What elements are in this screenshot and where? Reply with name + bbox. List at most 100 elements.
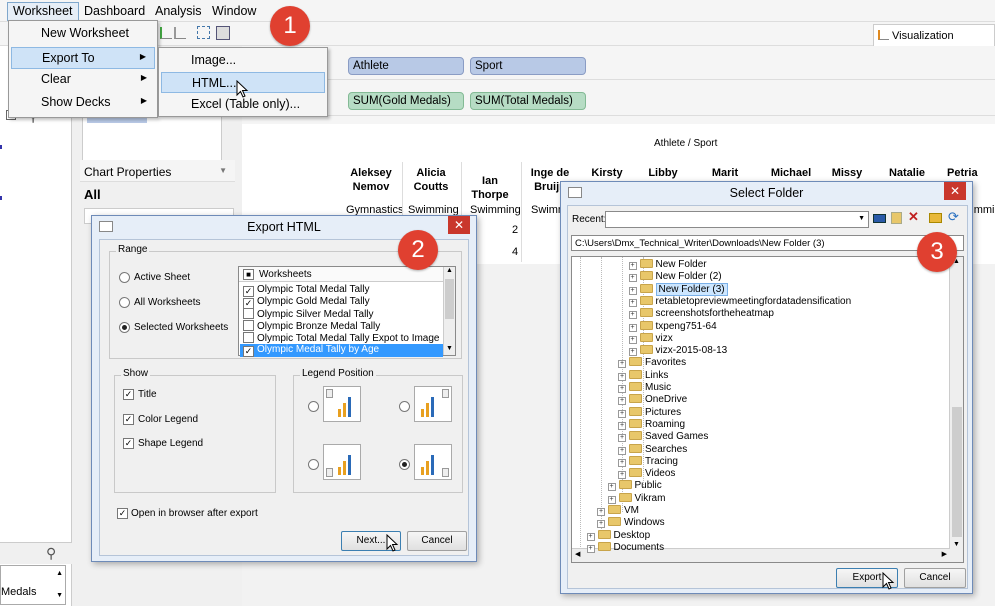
tree-node[interactable]: + Links bbox=[618, 369, 668, 381]
monitor-icon[interactable] bbox=[873, 214, 886, 223]
active-sheet-radio[interactable] bbox=[119, 272, 130, 283]
expand-icon[interactable]: + bbox=[586, 532, 595, 541]
menu-item-export-to[interactable]: Export To ▶ bbox=[11, 47, 155, 69]
expand-icon[interactable]: + bbox=[628, 286, 637, 295]
tree-node[interactable]: + OneDrive bbox=[618, 394, 687, 406]
tree-node[interactable]: + New Folder (3) bbox=[628, 282, 728, 296]
worksheet-item[interactable]: Olympic Silver Medal Tally bbox=[243, 308, 374, 320]
tree-node[interactable]: + Documents bbox=[586, 541, 664, 553]
expand-icon[interactable]: + bbox=[618, 446, 626, 455]
scroll-down-icon[interactable]: ▼ bbox=[953, 541, 960, 548]
sum-total-medals-pill[interactable]: SUM(Total Medals) bbox=[470, 92, 586, 110]
select-all-checkbox[interactable]: ■ bbox=[243, 269, 254, 280]
scroll-thumb[interactable] bbox=[952, 407, 962, 537]
tree-node[interactable]: + Pictures bbox=[618, 406, 681, 418]
folder-up-icon[interactable] bbox=[891, 212, 902, 224]
legend-left-bottom-radio[interactable] bbox=[308, 459, 319, 470]
tree-node[interactable]: + Videos bbox=[618, 468, 675, 480]
expand-icon[interactable]: + bbox=[618, 471, 626, 480]
cancel-button[interactable]: Cancel bbox=[904, 568, 966, 588]
grid-icon[interactable] bbox=[216, 26, 230, 40]
expand-icon[interactable]: + bbox=[618, 458, 626, 467]
checkbox[interactable] bbox=[243, 332, 254, 343]
expand-icon[interactable]: + bbox=[628, 335, 637, 344]
expand-icon[interactable]: + bbox=[628, 298, 637, 307]
tree-node[interactable]: + Roaming bbox=[618, 418, 685, 430]
expand-icon[interactable]: + bbox=[628, 323, 637, 332]
selected-worksheets-radio[interactable] bbox=[119, 322, 130, 333]
legend-right-bottom-radio[interactable] bbox=[399, 459, 410, 470]
expand-icon[interactable]: + bbox=[628, 348, 637, 357]
cancel-button[interactable]: Cancel bbox=[407, 531, 467, 551]
tree-node[interactable]: + txpeng751-64 bbox=[628, 320, 717, 332]
tree-node[interactable]: + Searches bbox=[618, 443, 687, 455]
expand-icon[interactable]: + bbox=[628, 262, 637, 270]
checkbox[interactable] bbox=[243, 320, 254, 331]
color-legend-checkbox[interactable]: ✓ bbox=[123, 414, 134, 425]
expand-icon[interactable]: + bbox=[586, 544, 595, 553]
legend-left-top-radio[interactable] bbox=[308, 401, 319, 412]
tree-node[interactable]: + retabletopreviewmeetingfordatadensifica… bbox=[628, 295, 851, 307]
legend-right-top-radio[interactable] bbox=[399, 401, 410, 412]
tree-node[interactable]: + Tracing bbox=[618, 455, 678, 467]
shape-legend-checkbox[interactable]: ✓ bbox=[123, 438, 134, 449]
bar-chart-icon[interactable] bbox=[174, 27, 186, 39]
expand-icon[interactable]: + bbox=[618, 360, 626, 369]
checkbox[interactable] bbox=[243, 308, 254, 319]
tree-node[interactable]: + Favorites bbox=[618, 357, 686, 369]
recent-select[interactable]: ▼ bbox=[605, 211, 869, 228]
menu-analysis[interactable]: Analysis bbox=[150, 3, 207, 19]
tree-node[interactable]: + vizx bbox=[628, 332, 673, 344]
menu-worksheet[interactable]: Worksheet bbox=[7, 2, 79, 21]
tree-node[interactable]: + Windows bbox=[597, 517, 665, 529]
menu-item-show-decks[interactable]: Show Decks ▶ bbox=[11, 92, 155, 114]
expand-icon[interactable]: + bbox=[607, 495, 616, 504]
menu-dashboard[interactable]: Dashboard bbox=[79, 3, 150, 19]
tree-node[interactable]: + New Folder (2) bbox=[628, 271, 722, 283]
scrollbar[interactable]: ▲ ▼ bbox=[443, 267, 455, 355]
scroll-up-icon[interactable]: ▲ bbox=[446, 267, 453, 274]
expand-icon[interactable]: + bbox=[618, 372, 626, 381]
checkbox[interactable]: ✓ bbox=[243, 346, 254, 357]
refresh-icon[interactable]: ⟳ bbox=[948, 209, 959, 225]
scroll-right-icon[interactable]: ▶ bbox=[942, 550, 947, 558]
worksheets-list[interactable]: ■ Worksheets ✓ Olympic Total Medal Tally … bbox=[238, 266, 456, 357]
scroll-left-icon[interactable]: ◀ bbox=[575, 550, 580, 558]
worksheet-item[interactable]: Olympic Total Medal Tally Expot to Image bbox=[243, 332, 440, 344]
all-worksheets-radio[interactable] bbox=[119, 297, 130, 308]
worksheet-item-selected[interactable]: ✓ Olympic Medal Tally by Age bbox=[240, 344, 443, 357]
expand-icon[interactable]: + bbox=[618, 385, 626, 393]
expand-icon[interactable]: + bbox=[618, 434, 626, 443]
menu-window[interactable]: Window bbox=[207, 3, 261, 19]
legend-preview-icon[interactable] bbox=[323, 386, 361, 422]
athlete-pill[interactable]: Athlete bbox=[348, 57, 464, 75]
worksheet-item[interactable]: Olympic Bronze Medal Tally bbox=[243, 320, 380, 332]
open-browser-checkbox[interactable]: ✓ bbox=[117, 508, 128, 519]
legend-preview-icon[interactable] bbox=[414, 386, 452, 422]
measures-list[interactable]: Medals ▲ ▼ bbox=[0, 565, 66, 605]
search-icon[interactable]: ⚲ bbox=[46, 545, 56, 562]
chevron-down-icon[interactable]: ▼ bbox=[219, 166, 227, 175]
menu-item-new-worksheet[interactable]: New Worksheet bbox=[11, 23, 155, 45]
chart-icon[interactable] bbox=[160, 27, 172, 39]
expand-icon[interactable]: + bbox=[597, 508, 605, 516]
tree-node[interactable]: + vizx-2015-08-13 bbox=[628, 345, 727, 357]
tree-node[interactable]: + Music bbox=[618, 382, 671, 393]
scroll-up-icon[interactable]: ▲ bbox=[56, 570, 63, 577]
select-icon[interactable] bbox=[197, 26, 210, 39]
tree-node[interactable]: + Desktop bbox=[586, 529, 650, 541]
expand-icon[interactable]: + bbox=[618, 421, 626, 430]
sum-gold-medals-pill[interactable]: SUM(Gold Medals) bbox=[348, 92, 464, 110]
folder-tree[interactable]: ▲ ▼ ◀ ▶ + New Folder + New Folder (2) + New F… bbox=[571, 256, 964, 563]
legend-preview-icon[interactable] bbox=[414, 444, 452, 480]
expand-icon[interactable]: + bbox=[628, 311, 637, 320]
title-checkbox[interactable]: ✓ bbox=[123, 389, 134, 400]
close-button[interactable]: ✕ bbox=[448, 216, 470, 234]
tree-node[interactable]: + Saved Games bbox=[618, 431, 708, 443]
menu-item-image[interactable]: Image... bbox=[161, 50, 325, 71]
tab-visualization[interactable]: Visualization bbox=[873, 24, 995, 46]
expand-icon[interactable]: + bbox=[618, 409, 626, 418]
tree-node[interactable]: + VM bbox=[597, 505, 639, 516]
expand-icon[interactable]: + bbox=[618, 397, 626, 406]
menu-item-clear[interactable]: Clear ▶ bbox=[11, 69, 155, 91]
